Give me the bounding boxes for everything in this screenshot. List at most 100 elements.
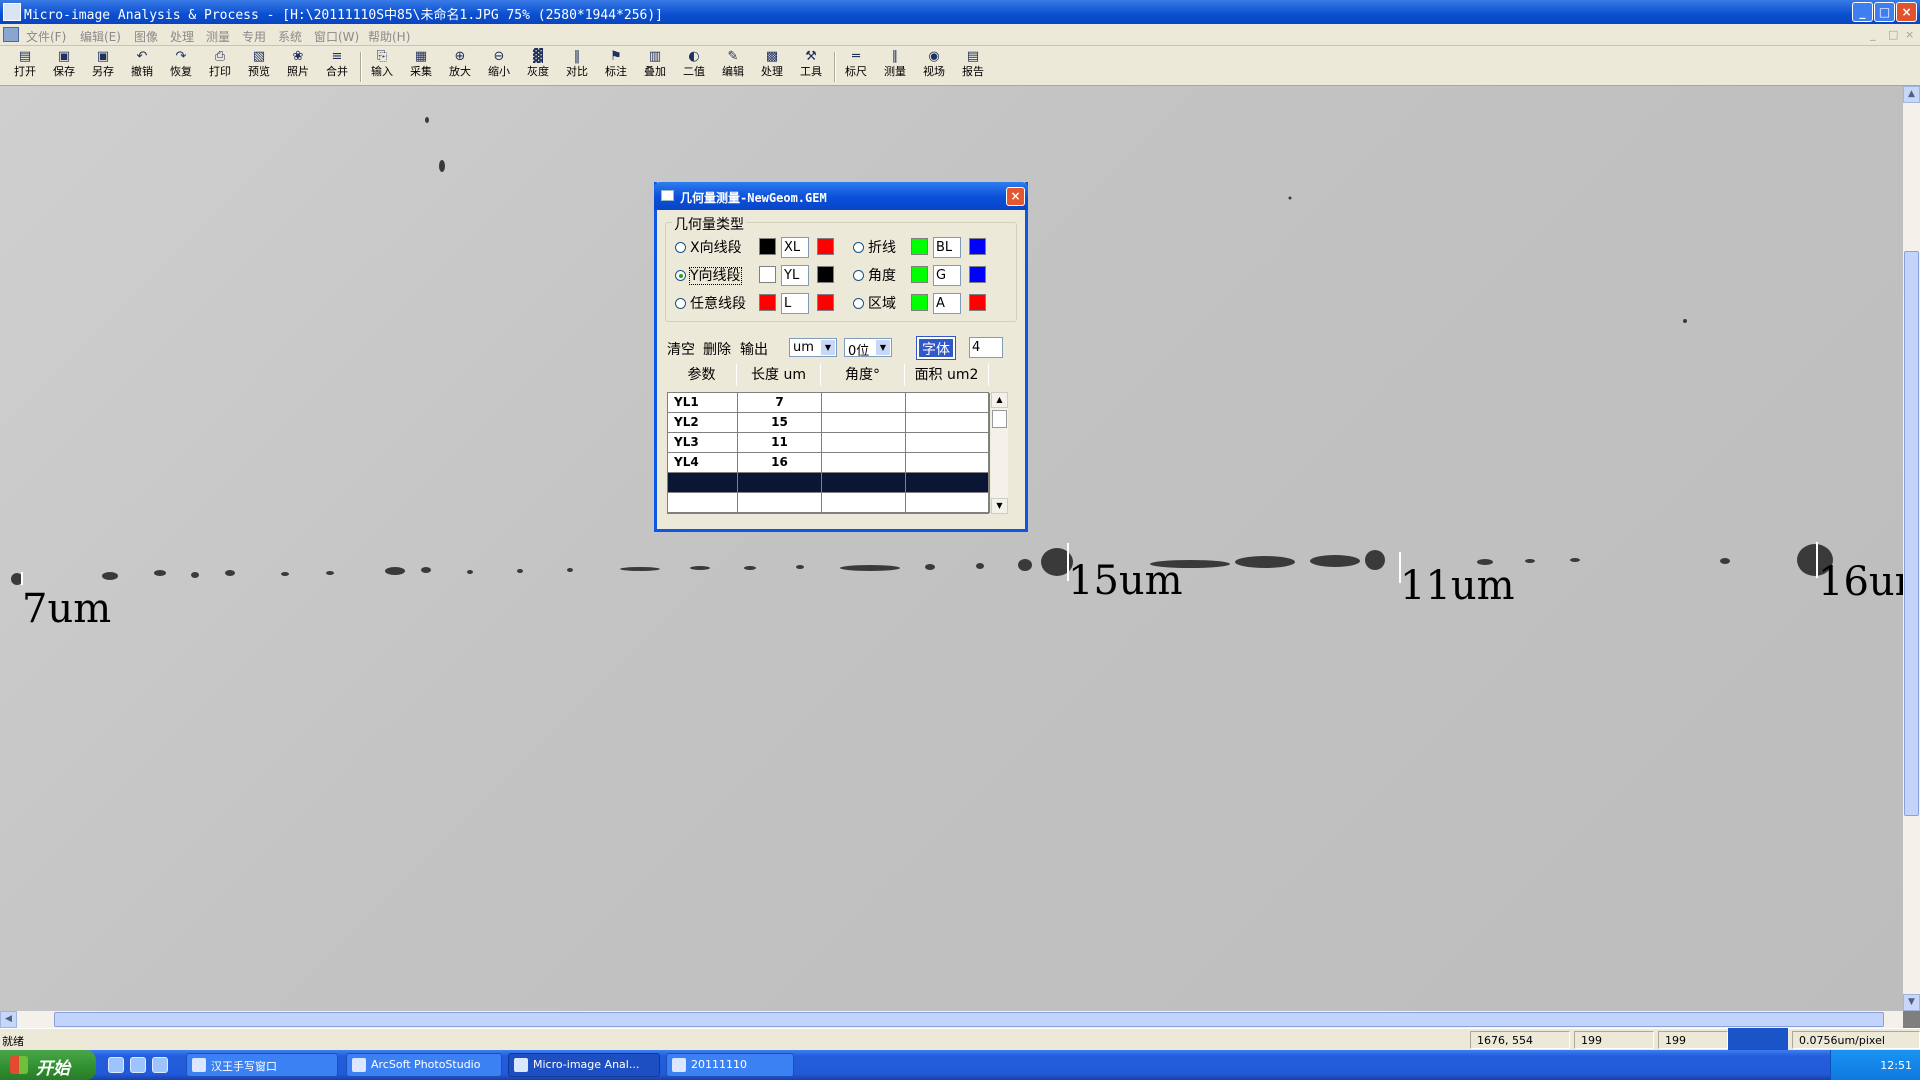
label-prefix-field[interactable]: XL [781,237,809,258]
column-header[interactable]: 角度° [821,364,905,386]
line-color-swatch[interactable] [759,266,776,283]
table-cell[interactable] [906,413,990,433]
toolbar-button-scale-bar[interactable]: ═ 标尺 [839,48,873,84]
table-cell[interactable] [906,393,990,413]
label-color-swatch[interactable] [969,294,986,311]
table-cell[interactable] [906,493,990,513]
toolbar-button-preview[interactable]: ▧ 预览 [242,48,276,84]
start-button[interactable]: 开始 [0,1050,96,1080]
column-header[interactable]: 面积 um2 [905,364,989,386]
menu-process[interactable]: 处理 [170,28,194,45]
toolbar-button-annotate-flag[interactable]: ⚑ 标注 [599,48,633,84]
font-button[interactable]: 字体 [916,336,956,360]
table-cell[interactable] [822,393,906,413]
radio-button[interactable] [853,270,864,281]
toolbar-button-process[interactable]: ▩ 处理 [755,48,789,84]
column-header[interactable]: 长度 um [737,364,821,386]
clock[interactable]: 12:51 [1880,1059,1912,1072]
font-size-field[interactable]: 4 [969,337,1003,358]
toolbar-button-save[interactable]: ▣ 保存 [47,48,81,84]
toolbar-button-tools[interactable]: ⚒ 工具 [794,48,828,84]
toolbar-button-merge[interactable]: ≡ 合并 [320,48,354,84]
label-prefix-field[interactable]: A [933,293,961,314]
table-row[interactable]: YL2 15 [668,413,990,433]
maximize-button[interactable]: □ [1874,2,1895,22]
table-cell[interactable] [906,433,990,453]
table-row[interactable] [668,473,990,493]
vertical-scrollbar[interactable]: ▲ ▼ [1903,86,1920,1011]
mdi-close-button[interactable]: × [1905,28,1914,41]
label-prefix-field[interactable]: G [933,265,961,286]
scroll-down-arrow-icon[interactable]: ▼ [1903,994,1920,1011]
horizontal-scrollbar[interactable]: ◀ [0,1011,1903,1028]
option-l[interactable]: 任意线段 [675,293,746,313]
table-cell[interactable] [738,473,822,493]
dialog-close-button[interactable]: × [1006,187,1025,206]
toolbar-button-zoom-out[interactable]: ⊖ 缩小 [482,48,516,84]
menu-special[interactable]: 专用 [242,28,266,45]
table-cell[interactable]: 16 [738,453,822,473]
table-row[interactable]: YL3 11 [668,433,990,453]
menu-file[interactable]: 文件(F) [26,28,66,45]
table-cell[interactable] [822,493,906,513]
option-yl[interactable]: Y向线段 [675,265,742,285]
dialog-title-bar[interactable]: 几何量测量-NewGeom.GEM × [654,182,1028,210]
table-cell[interactable] [906,473,990,493]
menu-window[interactable]: 窗口(W) [314,28,359,45]
vertical-scroll-thumb[interactable] [1904,251,1919,816]
toolbar-button-overlay[interactable]: ▥ 叠加 [638,48,672,84]
line-color-swatch[interactable] [759,238,776,255]
option-g[interactable]: 角度 [853,265,896,285]
radio-button[interactable] [675,242,686,253]
toolbar-button-save-as[interactable]: ▣ 另存 [86,48,120,84]
toolbar-button-field-of-view[interactable]: ◉ 视场 [917,48,951,84]
table-cell[interactable]: YL4 [668,453,738,473]
export-button[interactable]: 输出 [740,339,768,359]
menu-system[interactable]: 系统 [278,28,302,45]
horizontal-scroll-thumb[interactable] [54,1012,1884,1027]
option-bl[interactable]: 折线 [853,237,896,257]
option-a[interactable]: 区域 [853,293,896,313]
label-color-swatch[interactable] [969,266,986,283]
menu-image[interactable]: 图像 [134,28,158,45]
table-cell[interactable] [822,473,906,493]
ime-toolbar[interactable] [1728,1028,1788,1050]
taskbar-button[interactable]: ArcSoft PhotoStudio [346,1053,502,1077]
table-scroll-down-icon[interactable]: ▼ [991,498,1008,514]
table-cell[interactable] [738,493,822,513]
column-header[interactable]: 参数 [667,364,737,386]
table-scroll-up-icon[interactable]: ▲ [991,392,1008,408]
table-row[interactable] [668,493,990,513]
label-color-swatch[interactable] [817,294,834,311]
table-row[interactable]: YL1 7 [668,393,990,413]
delete-button[interactable]: 删除 [703,339,731,359]
menu-edit[interactable]: 编辑(E) [80,28,121,45]
taskbar-button[interactable]: 20111110 [666,1053,794,1077]
minimize-button[interactable]: _ [1852,2,1873,22]
table-cell[interactable]: 7 [738,393,822,413]
table-scroll-thumb[interactable] [992,410,1007,428]
browser-quicklaunch-icon[interactable] [152,1057,168,1073]
radio-button[interactable] [675,270,686,281]
line-color-swatch[interactable] [911,238,928,255]
desktop-quicklaunch-icon[interactable] [108,1057,124,1073]
table-scrollbar[interactable]: ▲ ▼ [991,392,1008,514]
line-color-swatch[interactable] [911,266,928,283]
document-icon[interactable] [3,27,19,42]
label-prefix-field[interactable]: L [781,293,809,314]
toolbar-button-photo[interactable]: ❀ 照片 [281,48,315,84]
mdi-restore-button[interactable]: □ [1888,28,1898,41]
table-row[interactable]: YL4 16 [668,453,990,473]
radio-button[interactable] [675,298,686,309]
table-cell[interactable]: 11 [738,433,822,453]
table-cell[interactable]: YL3 [668,433,738,453]
result-table[interactable]: YL1 7 YL2 15 YL3 11 YL4 16 [667,392,990,514]
line-color-swatch[interactable] [759,294,776,311]
toolbar-button-grayscale[interactable]: ▓ 灰度 [521,48,555,84]
table-cell[interactable]: 15 [738,413,822,433]
label-color-swatch[interactable] [969,238,986,255]
radio-button[interactable] [853,242,864,253]
toolbar-button-input[interactable]: ⎘ 输入 [365,48,399,84]
label-color-swatch[interactable] [817,238,834,255]
table-cell[interactable] [822,453,906,473]
